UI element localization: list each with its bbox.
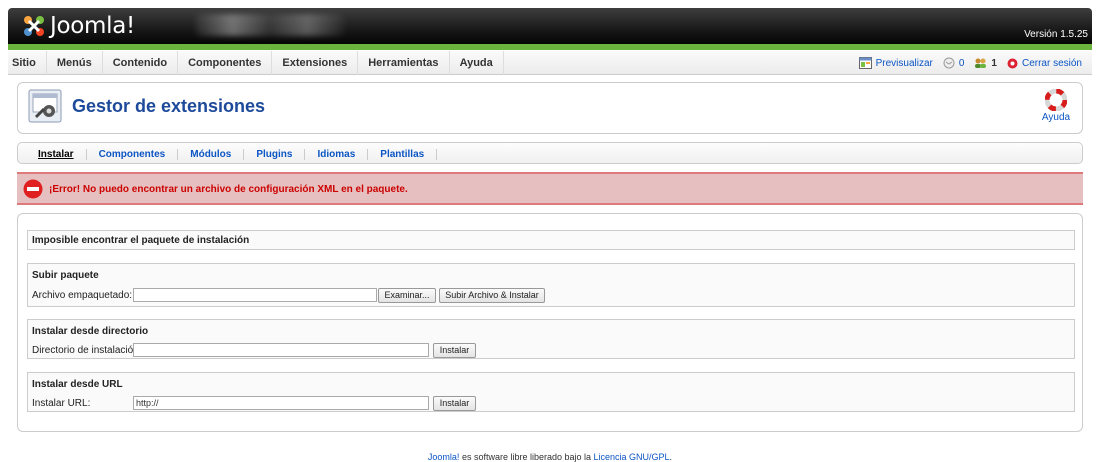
install-url-button[interactable]: Instalar (433, 396, 476, 411)
toolbar-box: Gestor de extensiones Ayuda (17, 82, 1083, 134)
status-area: Previsualizar 0 1 Cerrar sesión (858, 51, 1082, 75)
install-url-input[interactable] (133, 396, 429, 410)
upload-label: Archivo empaquetado: (32, 290, 133, 301)
logout-icon (1007, 58, 1018, 68)
directory-panel: Instalar desde directorio Directorio de … (27, 319, 1075, 359)
tab-plantillas[interactable]: Plantillas (368, 148, 438, 160)
install-directory-button[interactable]: Instalar (433, 343, 476, 358)
users-indicator: 1 (974, 57, 997, 69)
lifebuoy-icon (1045, 89, 1067, 111)
content-box: Imposible encontrar el paquete de instal… (17, 213, 1083, 432)
blurred-site-name (195, 14, 345, 36)
extension-manager-icon (28, 89, 62, 123)
preview-link[interactable]: Previsualizar (858, 57, 933, 69)
directory-title: Instalar desde directorio (32, 326, 149, 337)
header-accent-stripe (8, 44, 1092, 50)
logout-label: Cerrar sesión (1021, 57, 1082, 69)
help-button[interactable]: Ayuda (1036, 89, 1076, 123)
menu-item-extensiones[interactable]: Extensiones (272, 51, 359, 75)
url-title: Instalar desde URL (32, 379, 123, 390)
users-icon (975, 58, 987, 68)
preview-icon (858, 57, 872, 69)
url-label: Instalar URL: (32, 398, 91, 409)
menu-item-contenido[interactable]: Contenido (103, 51, 179, 75)
tab-plugins[interactable]: Plugins (244, 148, 306, 160)
menu-item-herramientas[interactable]: Herramientas (358, 51, 450, 75)
package-file-input[interactable] (133, 288, 377, 302)
joomla-logo-icon (24, 16, 44, 36)
error-icon (23, 179, 43, 199)
upload-panel: Subir paquete Archivo empaquetado: Exami… (27, 263, 1075, 307)
directory-label: Directorio de instalación: (32, 345, 142, 356)
header-bar (8, 8, 1092, 48)
page-title: Gestor de extensiones (72, 96, 266, 116)
menu-item-menus[interactable]: Menús (47, 51, 103, 75)
browse-button[interactable]: Examinar... (378, 288, 436, 303)
logo-text: Joomla! (50, 13, 135, 39)
upload-install-button[interactable]: Subir Archivo & Instalar (439, 288, 545, 303)
url-panel: Instalar desde URL Instalar URL: Instala… (27, 372, 1075, 412)
messages-indicator[interactable]: 0 (943, 57, 965, 69)
messages-icon (943, 57, 955, 69)
tab-instalar[interactable]: Instalar (26, 148, 87, 160)
menu-item-ayuda[interactable]: Ayuda (450, 51, 504, 75)
upload-title: Subir paquete (32, 270, 99, 281)
tab-componentes[interactable]: Componentes (87, 148, 179, 160)
menu-item-componentes[interactable]: Componentes (178, 51, 273, 75)
users-count: 1 (991, 57, 997, 69)
preview-label: Previsualizar (875, 57, 933, 69)
error-message-box: ¡Error! No puedo encontrar un archivo de… (17, 172, 1083, 205)
notice-title: Imposible encontrar el paquete de instal… (32, 235, 250, 246)
version-label: Versión 1.5.25 (1024, 29, 1088, 40)
submenu: Instalar Componentes Módulos Plugins Idi… (18, 143, 1082, 165)
install-directory-input[interactable] (133, 343, 429, 357)
help-label: Ayuda (1041, 112, 1071, 123)
messages-count: 0 (958, 57, 965, 69)
menu-item-sitio[interactable]: Sitio (8, 51, 47, 75)
error-text: ¡Error! No puedo encontrar un archivo de… (49, 184, 408, 195)
joomla-logo: Joomla! (20, 12, 135, 40)
submenu-bar: Instalar Componentes Módulos Plugins Idi… (17, 142, 1083, 164)
main-menu-bar: Sitio Menús Contenido Componentes Extens… (8, 51, 1092, 75)
notice-panel: Imposible encontrar el paquete de instal… (27, 230, 1075, 250)
tab-modulos[interactable]: Módulos (178, 148, 245, 160)
tab-idiomas[interactable]: Idiomas (305, 148, 369, 160)
logout-link[interactable]: Cerrar sesión (1007, 58, 1082, 69)
